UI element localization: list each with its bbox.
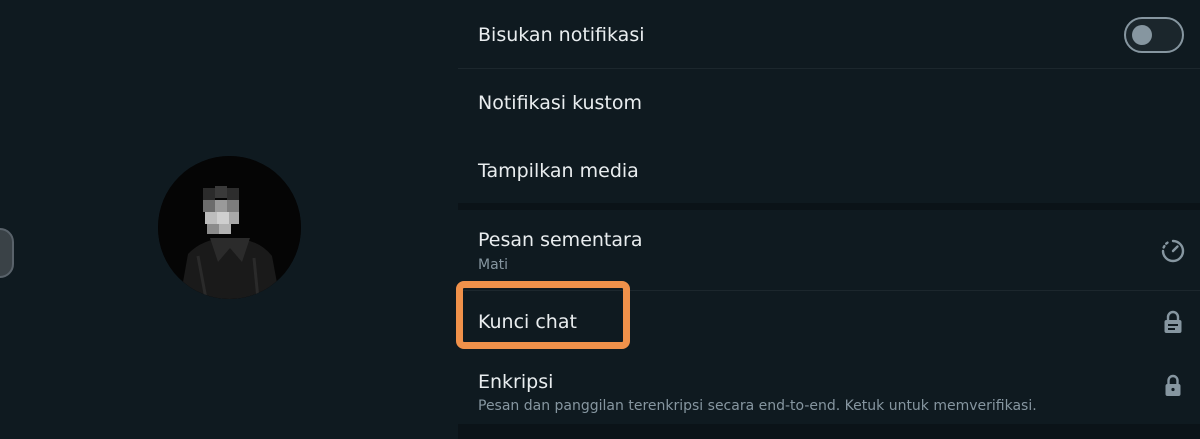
mute-notifications-row[interactable]: Bisukan notifikasi	[458, 0, 1200, 68]
toggle-knob	[1132, 25, 1152, 45]
media-visibility-row[interactable]: Tampilkan media	[458, 136, 1200, 203]
side-handle[interactable]	[0, 228, 14, 278]
disappearing-messages-label: Pesan sementara	[478, 229, 643, 251]
mute-notifications-label: Bisukan notifikasi	[478, 24, 645, 46]
section-separator	[458, 203, 1200, 210]
notification-section: Bisukan notifikasi Notifikasi kustom Tam…	[458, 0, 1200, 203]
avatar[interactable]	[158, 156, 301, 299]
lock-icon	[1165, 374, 1181, 396]
encryption-row[interactable]: Enkripsi Pesan dan panggilan terenkripsi…	[458, 354, 1200, 424]
privacy-section: Pesan sementara Mati Kunci chat Enkripsi…	[458, 210, 1200, 424]
disappearing-messages-row[interactable]: Pesan sementara Mati	[458, 210, 1200, 290]
custom-notifications-row[interactable]: Notifikasi kustom	[458, 69, 1200, 136]
disappearing-messages-value: Mati	[478, 257, 509, 273]
chat-lock-row[interactable]: Kunci chat	[458, 291, 1200, 354]
section-separator	[458, 424, 1200, 439]
custom-notifications-label: Notifikasi kustom	[478, 92, 643, 114]
chat-lock-label: Kunci chat	[478, 311, 577, 333]
encryption-description: Pesan dan panggilan terenkripsi secara e…	[478, 398, 1037, 414]
media-visibility-label: Tampilkan media	[478, 160, 639, 182]
settings-pane: Bisukan notifikasi Notifikasi kustom Tam…	[458, 0, 1200, 439]
profile-pane	[0, 0, 458, 439]
profile-photo-icon	[158, 156, 301, 299]
encryption-label: Enkripsi	[478, 371, 554, 393]
chat-info-screen: Bisukan notifikasi Notifikasi kustom Tam…	[0, 0, 1200, 439]
timer-icon	[1161, 239, 1185, 263]
lock-chat-icon	[1164, 310, 1182, 333]
mute-notifications-toggle[interactable]	[1124, 17, 1184, 53]
